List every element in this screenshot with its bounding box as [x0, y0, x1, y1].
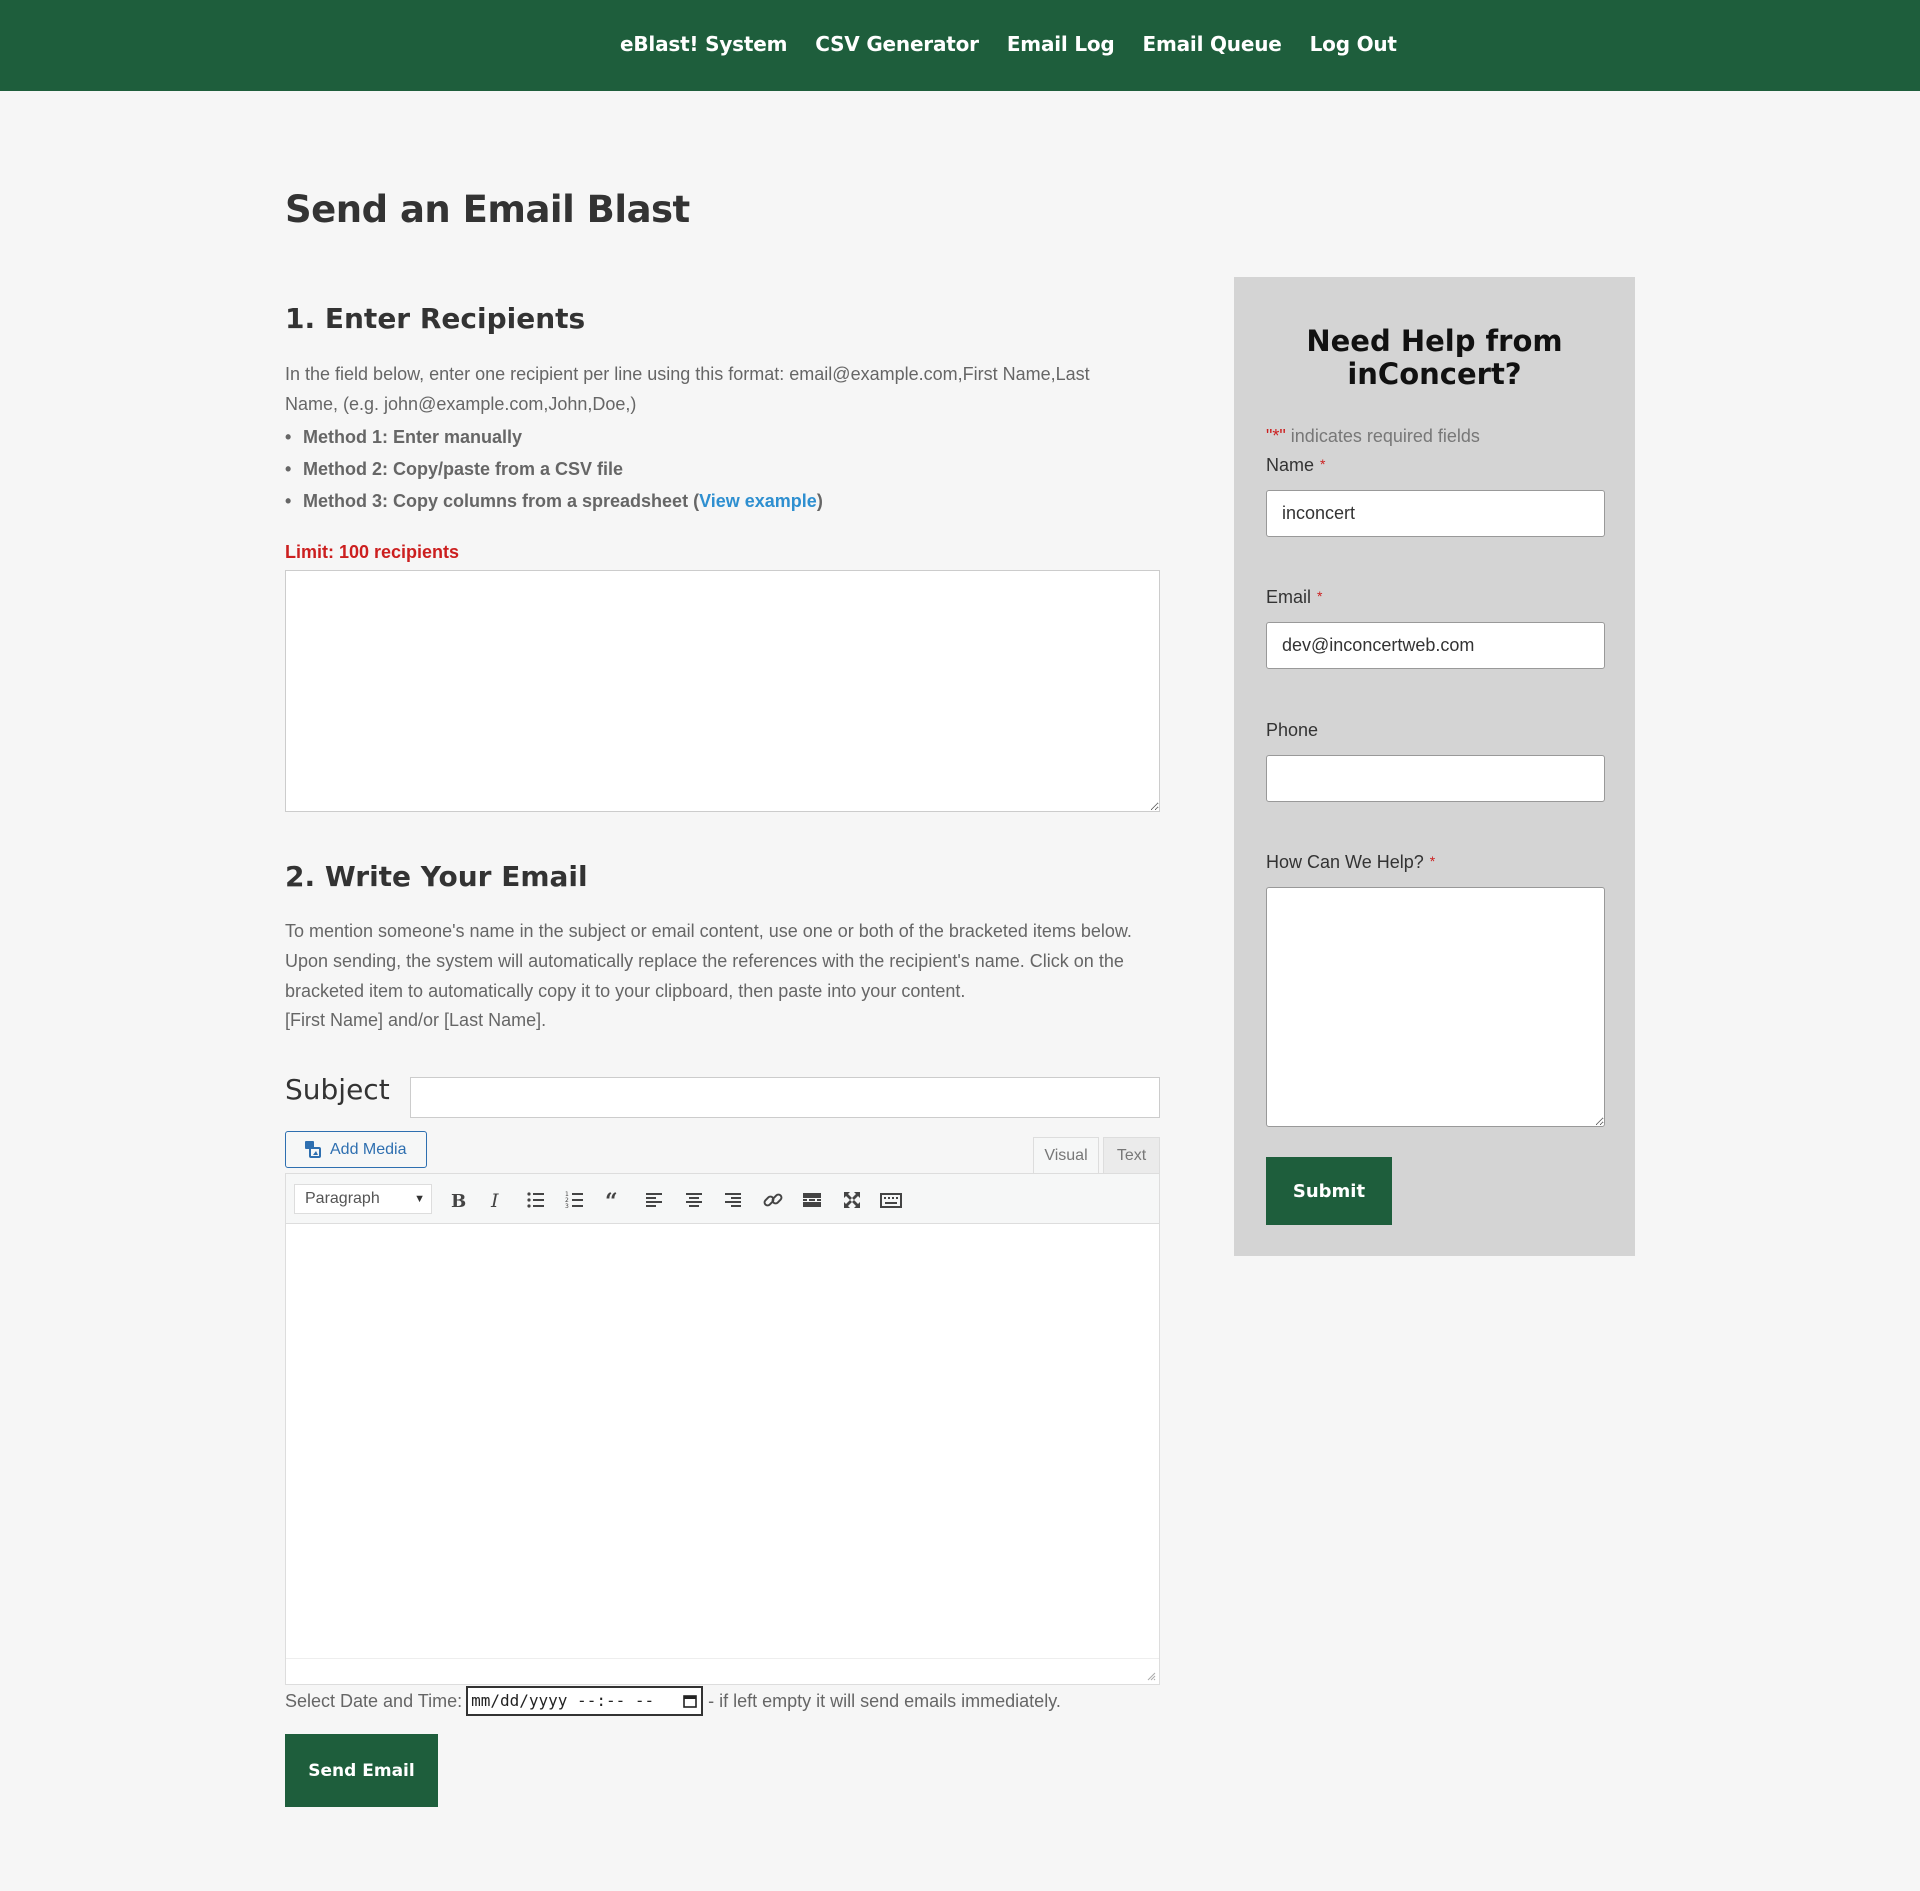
blockquote-icon[interactable]: “ [601, 1186, 629, 1214]
view-example-link[interactable]: View example [699, 491, 817, 511]
resize-grip-icon[interactable] [1146, 1671, 1156, 1681]
method-3-text: Method 3: Copy columns from a spreadshee… [303, 491, 700, 511]
editor-content-area[interactable] [286, 1225, 1159, 1657]
submit-button[interactable]: Submit [1266, 1157, 1392, 1225]
subject-input[interactable] [410, 1077, 1160, 1118]
tab-text[interactable]: Text [1103, 1137, 1160, 1174]
add-media-icon [305, 1140, 321, 1158]
calendar-icon[interactable] [682, 1693, 698, 1709]
recipients-instructions: In the field below, enter one recipient … [285, 364, 1090, 414]
fullscreen-icon[interactable] [838, 1186, 866, 1214]
method-2-text: Method 2: Copy/paste from a CSV file [303, 459, 624, 479]
svg-text:“: “ [605, 1189, 618, 1211]
read-more-icon[interactable] [798, 1186, 826, 1214]
editor-status-bar [286, 1658, 1159, 1684]
schedule-label: Select Date and Time: [285, 1690, 463, 1711]
link-icon[interactable] [759, 1186, 787, 1214]
main-nav: eBlast! System CSV Generator Email Log E… [620, 32, 1397, 56]
method-3-suffix: ) [816, 491, 823, 511]
page-title: Send an Email Blast [285, 188, 690, 231]
align-left-icon[interactable] [640, 1186, 668, 1214]
send-email-button[interactable]: Send Email [285, 1734, 438, 1807]
list-item: Method 2: Copy/paste from a CSV file [285, 454, 823, 486]
email-instructions: To mention someone's name in the subject… [285, 921, 1132, 1001]
name-placeholders[interactable]: [First Name] and/or [Last Name]. [285, 1005, 1165, 1035]
help-message-textarea[interactable] [1266, 887, 1605, 1127]
required-fields-note: "*" indicates required fields [1266, 426, 1480, 447]
write-email-heading: 2. Write Your Email [285, 860, 588, 893]
datetime-placeholder: mm/dd/yyyy --:-- -- [471, 1691, 655, 1710]
help-message-label: How Can We Help? * [1266, 852, 1435, 873]
tab-visual[interactable]: Visual [1033, 1137, 1099, 1174]
schedule-row: Select Date and Time: mm/dd/yyyy --:-- -… [285, 1686, 1061, 1716]
schedule-note: - if left empty it will send emails imme… [708, 1690, 1061, 1711]
editor-toolbar: Paragraph ▼ B I 123 “ [286, 1174, 1159, 1224]
required-star: * [1317, 588, 1323, 604]
list-item: Method 3: Copy columns from a spreadshee… [285, 486, 823, 518]
italic-icon[interactable]: I [482, 1186, 510, 1214]
help-title: Need Help from inConcert? [1306, 324, 1563, 391]
bullet-list-icon[interactable] [522, 1186, 550, 1214]
top-navigation-bar: eBlast! System CSV Generator Email Log E… [0, 0, 1920, 91]
name-label: Name * [1266, 455, 1325, 476]
bold-icon[interactable]: B [443, 1186, 471, 1214]
email-label: Email * [1266, 587, 1322, 608]
align-right-icon[interactable] [719, 1186, 747, 1214]
add-media-button[interactable]: Add Media [285, 1131, 427, 1168]
svg-text:B: B [451, 1191, 466, 1211]
name-field[interactable]: inconcert [1266, 490, 1605, 537]
nav-link-email-log[interactable]: Email Log [1007, 32, 1115, 56]
align-center-icon[interactable] [680, 1186, 708, 1214]
numbered-list-icon[interactable]: 123 [561, 1186, 589, 1214]
nav-link-csv-generator[interactable]: CSV Generator [815, 32, 979, 56]
toolbar-toggle-icon[interactable] [877, 1186, 905, 1214]
recipients-heading: 1. Enter Recipients [285, 302, 586, 335]
name-label-text: Name [1266, 455, 1315, 475]
rich-text-editor: Paragraph ▼ B I 123 “ [285, 1173, 1160, 1685]
format-select[interactable]: Paragraph ▼ [294, 1184, 432, 1214]
required-star: * [1429, 853, 1436, 869]
subject-label: Subject [285, 1073, 390, 1106]
datetime-input[interactable]: mm/dd/yyyy --:-- -- [466, 1686, 704, 1716]
email-label-text: Email [1266, 587, 1312, 607]
recipients-textarea[interactable] [285, 570, 1160, 812]
format-select-value: Paragraph [305, 1190, 380, 1207]
phone-label: Phone [1266, 720, 1319, 740]
method-list: Method 1: Enter manually Method 2: Copy/… [285, 422, 823, 518]
svg-text:I: I [490, 1190, 499, 1211]
required-note-text: indicates required fields [1285, 426, 1480, 446]
method-1-text: Method 1: Enter manually [303, 427, 523, 447]
list-item: Method 1: Enter manually [285, 422, 823, 454]
email-field[interactable]: dev@inconcertweb.com [1266, 622, 1605, 669]
phone-field[interactable] [1266, 755, 1605, 802]
required-note-star: "*" [1266, 426, 1286, 446]
svg-text:3: 3 [565, 1203, 569, 1210]
nav-link-eblast-system[interactable]: eBlast! System [620, 32, 787, 56]
nav-link-log-out[interactable]: Log Out [1310, 32, 1397, 56]
required-star: * [1320, 456, 1326, 472]
chevron-down-icon: ▼ [414, 1193, 425, 1205]
recipient-limit: Limit: 100 recipients [285, 542, 460, 562]
nav-link-email-queue[interactable]: Email Queue [1143, 32, 1282, 56]
help-panel: Need Help from inConcert? "*" indicates … [1234, 277, 1635, 1256]
help-message-label-text: How Can We Help? [1266, 852, 1424, 872]
add-media-label: Add Media [330, 1140, 407, 1158]
